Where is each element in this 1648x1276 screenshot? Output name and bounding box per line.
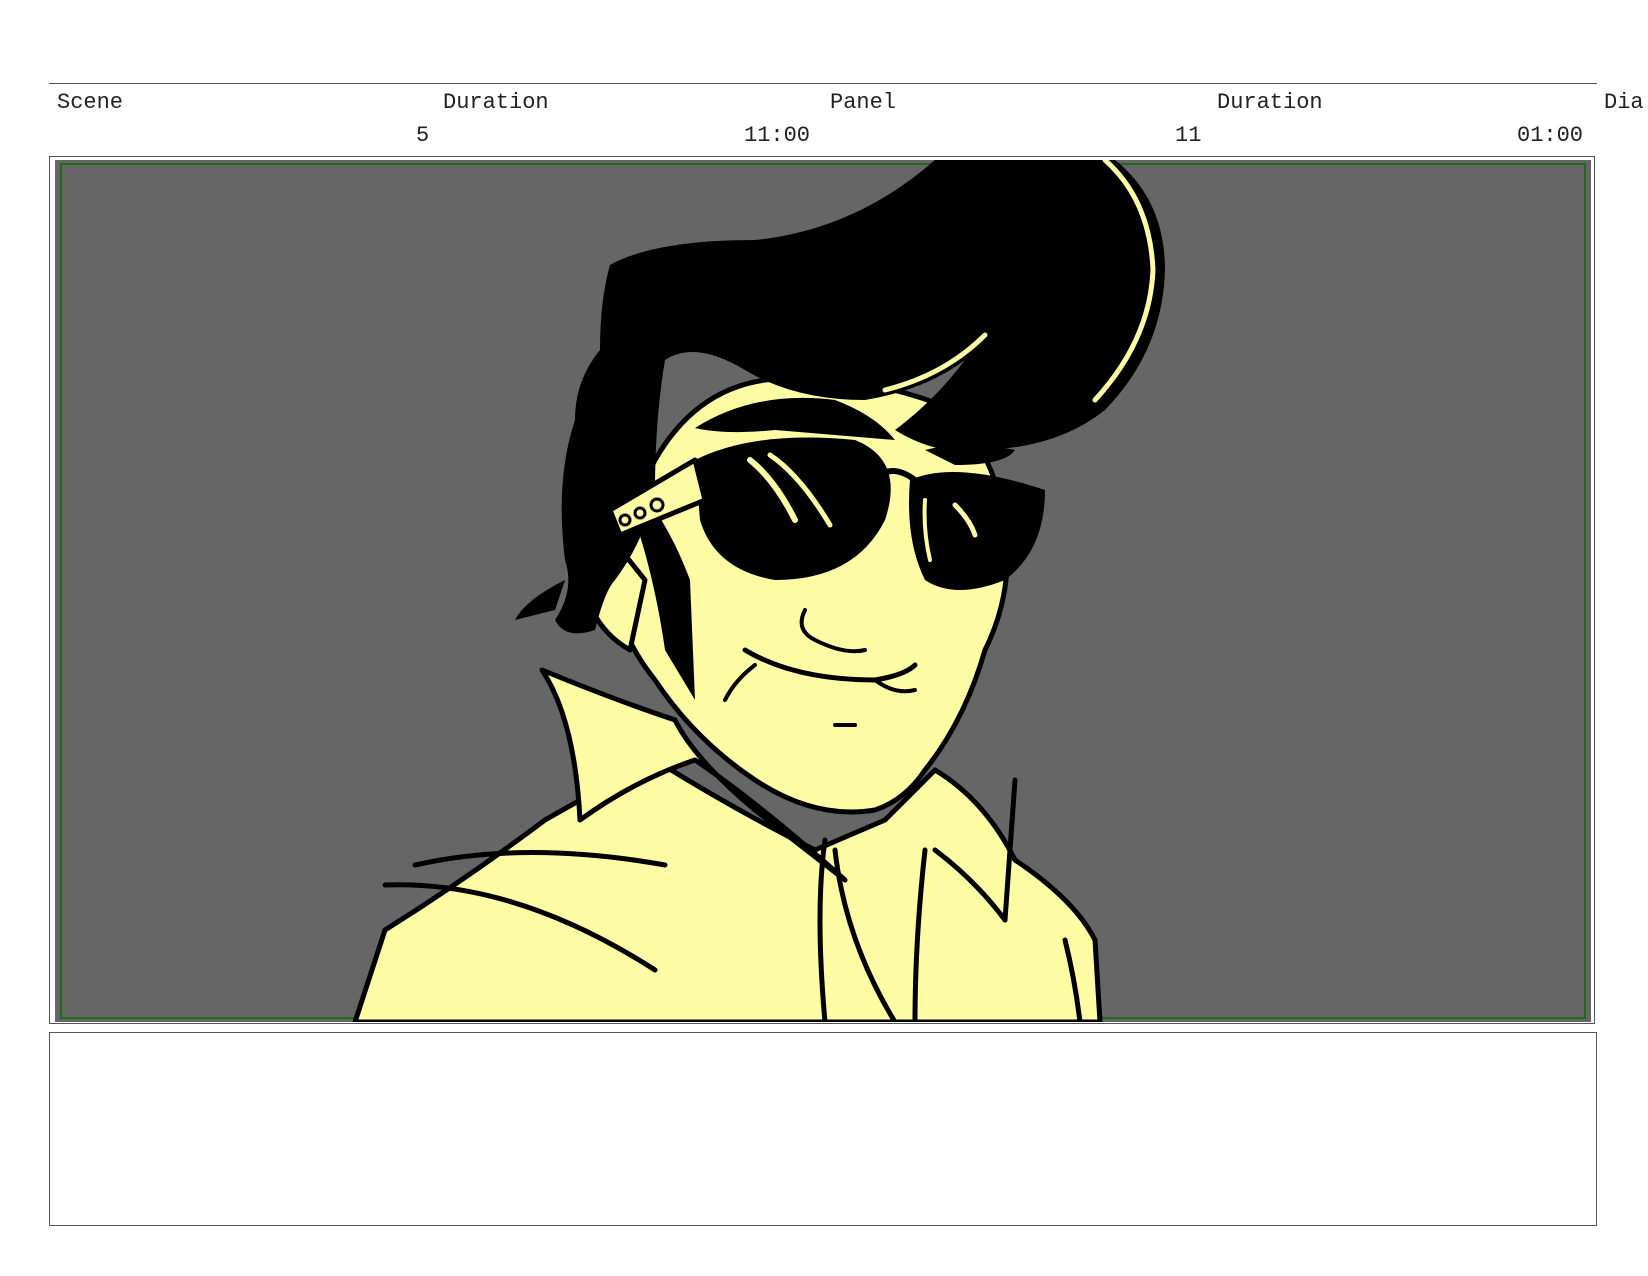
panel-duration-label: Duration	[1217, 90, 1323, 115]
scene-number: 5	[416, 123, 430, 148]
scene-duration-label: Duration	[443, 90, 549, 115]
panel-number: 11	[1175, 123, 1202, 148]
scene-duration-value: 11:00	[744, 123, 811, 148]
scene-label: Scene	[57, 90, 124, 115]
panel-notes-box[interactable]	[49, 1032, 1597, 1226]
panel-label: Panel	[830, 90, 897, 115]
panel-duration-value: 01:00	[1517, 123, 1584, 148]
character-drawing	[55, 160, 1591, 1022]
dialogue-label: Dia	[1604, 90, 1644, 115]
header-rule	[49, 83, 1597, 84]
storyboard-panel-image	[55, 160, 1591, 1022]
